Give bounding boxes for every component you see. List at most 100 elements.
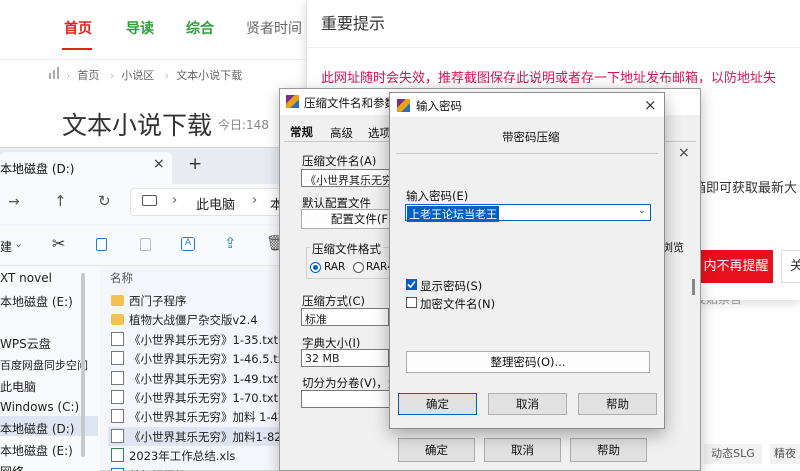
archive-name-label: 压缩文件名(A) bbox=[302, 154, 377, 168]
rar-dialog-title: 压缩文件名和参数 bbox=[304, 96, 396, 110]
file-name: 西门子程序 bbox=[129, 294, 187, 308]
tag-slg[interactable]: 动态SLG bbox=[704, 444, 762, 464]
nav-active-underline bbox=[62, 48, 92, 50]
format-label: 压缩文件格式 bbox=[310, 241, 383, 257]
file-row[interactable]: 《小世界其乐无穷》1-35.txt bbox=[108, 330, 284, 349]
sidebar-item-disk-d[interactable]: 本地磁盘 (D:) bbox=[0, 420, 74, 437]
split-input[interactable] bbox=[301, 390, 391, 408]
column-header-name[interactable]: 名称 bbox=[110, 270, 133, 286]
file-row[interactable]: 《小世界其乐无穷》1-49.txt bbox=[108, 369, 284, 388]
nav-home[interactable]: 首页 bbox=[64, 18, 92, 38]
file-name: 《小世界其乐无穷》1-49.txt bbox=[129, 371, 279, 386]
nav-sage-time[interactable]: 贤者时间 bbox=[246, 18, 302, 38]
file-row[interactable]: 单机视图块.docx bbox=[108, 466, 284, 471]
file-row[interactable]: 2023年工作总结.xls bbox=[108, 446, 284, 465]
rar-cancel-button[interactable]: 取消 bbox=[484, 438, 561, 462]
dismiss-button[interactable]: 内不再提醒 bbox=[699, 250, 773, 283]
chevron-down-icon: ⌄ bbox=[14, 237, 24, 250]
refresh-icon[interactable]: ↻ bbox=[98, 192, 111, 210]
pwd-close-icon[interactable]: × bbox=[644, 96, 657, 114]
sidebar-item-network[interactable]: 网络 bbox=[0, 463, 24, 471]
show-password-label: 显示密码(S) bbox=[420, 279, 483, 293]
breadcrumb-download[interactable]: 文本小说下载 bbox=[176, 69, 242, 82]
winrar-icon bbox=[397, 99, 410, 112]
sidebar-item-disk-e[interactable]: 本地磁盘 (E:) bbox=[0, 293, 73, 310]
rar-ok-button[interactable]: 确定 bbox=[398, 438, 475, 462]
nav-guide[interactable]: 导读 bbox=[126, 18, 154, 38]
text-file-icon bbox=[111, 351, 124, 366]
encrypt-names-label: 加密文件名(N) bbox=[420, 297, 496, 311]
file-name: 《小世界其乐无穷》加料1-82.txt bbox=[129, 429, 284, 444]
pwd-ok-button[interactable]: 确定 bbox=[398, 393, 477, 415]
file-row[interactable]: 《小世界其乐无穷》加料1-82.txt bbox=[108, 426, 284, 446]
show-password-checkbox[interactable] bbox=[406, 279, 417, 290]
tab-options[interactable]: 选项 bbox=[368, 125, 391, 141]
pwd-cancel-button[interactable]: 取消 bbox=[488, 393, 567, 415]
rename-icon[interactable]: A bbox=[181, 237, 195, 251]
tab-general[interactable]: 常规 bbox=[290, 124, 313, 140]
pwd-dialog-title: 输入密码 bbox=[416, 99, 462, 113]
pwd-help-button[interactable]: 帮助 bbox=[578, 393, 657, 415]
breadcrumb-novel[interactable]: 小说区 bbox=[121, 69, 154, 82]
copy-icon[interactable] bbox=[96, 238, 107, 251]
profile-button[interactable]: 配置文件(F bbox=[301, 209, 391, 229]
notice-side-text: 箱即可获取最新大 bbox=[693, 181, 798, 196]
breadcrumb-home[interactable]: 首页 bbox=[77, 69, 99, 82]
file-name: 《小世界其乐无穷》1-35.txt bbox=[129, 332, 279, 347]
sidebar-item-disk-e2[interactable]: 本地磁盘 (E:) bbox=[0, 442, 73, 459]
text-file-icon bbox=[111, 390, 124, 404]
folder-icon bbox=[111, 314, 124, 326]
method-select[interactable]: 标准 bbox=[301, 308, 389, 326]
address-this-pc[interactable]: 此电脑 bbox=[196, 194, 235, 213]
file-name: 《小世界其乐无穷》1-46.5.txt bbox=[129, 352, 284, 367]
tag-2[interactable]: 精夜 bbox=[770, 444, 800, 464]
notice-message: 此网址随时会失效，推荐截图保存此说明或者存一下地址发布邮箱，以防地址失 bbox=[321, 71, 777, 86]
rar-close-icon[interactable]: × bbox=[678, 145, 690, 161]
chevron-down-icon[interactable]: ⌄ bbox=[638, 205, 646, 216]
file-row[interactable]: 植物大战僵尸杂交版v2.4 bbox=[108, 310, 284, 329]
pwd-subtitle: 带密码压缩 bbox=[502, 130, 560, 144]
bar-chart-icon bbox=[48, 66, 62, 80]
file-row[interactable]: 西门子程序 bbox=[108, 291, 284, 310]
sidebar-scrollbar[interactable] bbox=[81, 273, 85, 457]
add-tab-button[interactable]: + bbox=[188, 154, 202, 174]
organize-passwords-button[interactable]: 整理密码(O)... bbox=[406, 351, 650, 373]
paste-icon[interactable] bbox=[140, 238, 151, 251]
rar-help-button[interactable]: 帮助 bbox=[570, 438, 647, 462]
browse-button[interactable]: 浏览 bbox=[662, 239, 684, 255]
sidebar-item-this-pc[interactable]: 此电脑 bbox=[0, 378, 36, 395]
password-input[interactable]: 上老王论坛当老王 ⌄ bbox=[405, 204, 651, 222]
explorer-tab-title: 本地磁盘 (D:) bbox=[0, 162, 75, 176]
tab-advanced[interactable]: 高级 bbox=[330, 125, 353, 141]
new-button[interactable]: 建 bbox=[0, 238, 12, 255]
radio-rar[interactable] bbox=[310, 262, 321, 273]
back-arrow-icon[interactable]: → bbox=[8, 194, 20, 210]
dict-select[interactable]: 32 MB bbox=[301, 349, 389, 367]
sidebar-item-wps[interactable]: WPS云盘 bbox=[0, 335, 51, 352]
file-name: 植物大战僵尸杂交版v2.4 bbox=[129, 313, 258, 328]
file-row[interactable]: 《小世界其乐无穷》1-46.5.txt bbox=[108, 349, 284, 368]
close-notice-button[interactable]: 关 bbox=[781, 250, 800, 283]
sidebar-item-xt-novel[interactable]: XT novel bbox=[0, 271, 52, 285]
file-explorer-window: 本地磁盘 (D:) × + → ↑ ↻ › 此电脑 › 本 建 ⌄ ✂ A ⇪ … bbox=[0, 147, 285, 471]
sidebar-item-windows-c[interactable]: Windows (C:) bbox=[0, 400, 79, 414]
file-row[interactable]: 《小世界其乐无穷》1-70.txt bbox=[108, 388, 284, 407]
share-icon[interactable]: ⇪ bbox=[224, 234, 237, 252]
radio-rar4[interactable] bbox=[353, 262, 364, 273]
nav-general[interactable]: 综合 bbox=[186, 18, 214, 38]
file-name: 《小世界其乐无穷》1-70.txt bbox=[129, 391, 279, 405]
file-row[interactable]: 《小世界其乐无穷》加料 1-42.txt bbox=[108, 407, 284, 426]
archive-name-input[interactable]: 《小世界其乐无穷 bbox=[301, 169, 391, 187]
encrypt-names-checkbox[interactable] bbox=[406, 297, 417, 308]
document-file-icon bbox=[111, 467, 124, 471]
up-arrow-icon[interactable]: ↑ bbox=[54, 192, 67, 210]
text-file-icon bbox=[111, 370, 124, 385]
tab-close-icon[interactable]: × bbox=[153, 156, 165, 172]
password-dialog: 输入密码 × 带密码压缩 输入密码(E) 上老王论坛当老王 ⌄ 显示密码(S) … bbox=[389, 92, 665, 429]
notice-title: 重要提示 bbox=[321, 14, 386, 33]
rar-scroll-thumb[interactable] bbox=[692, 279, 695, 295]
sidebar-item-baidu[interactable]: 百度网盘同步空间 bbox=[0, 357, 88, 373]
cut-icon[interactable]: ✂ bbox=[52, 234, 65, 253]
text-file-icon bbox=[111, 331, 124, 346]
password-label: 输入密码(E) bbox=[406, 189, 469, 203]
